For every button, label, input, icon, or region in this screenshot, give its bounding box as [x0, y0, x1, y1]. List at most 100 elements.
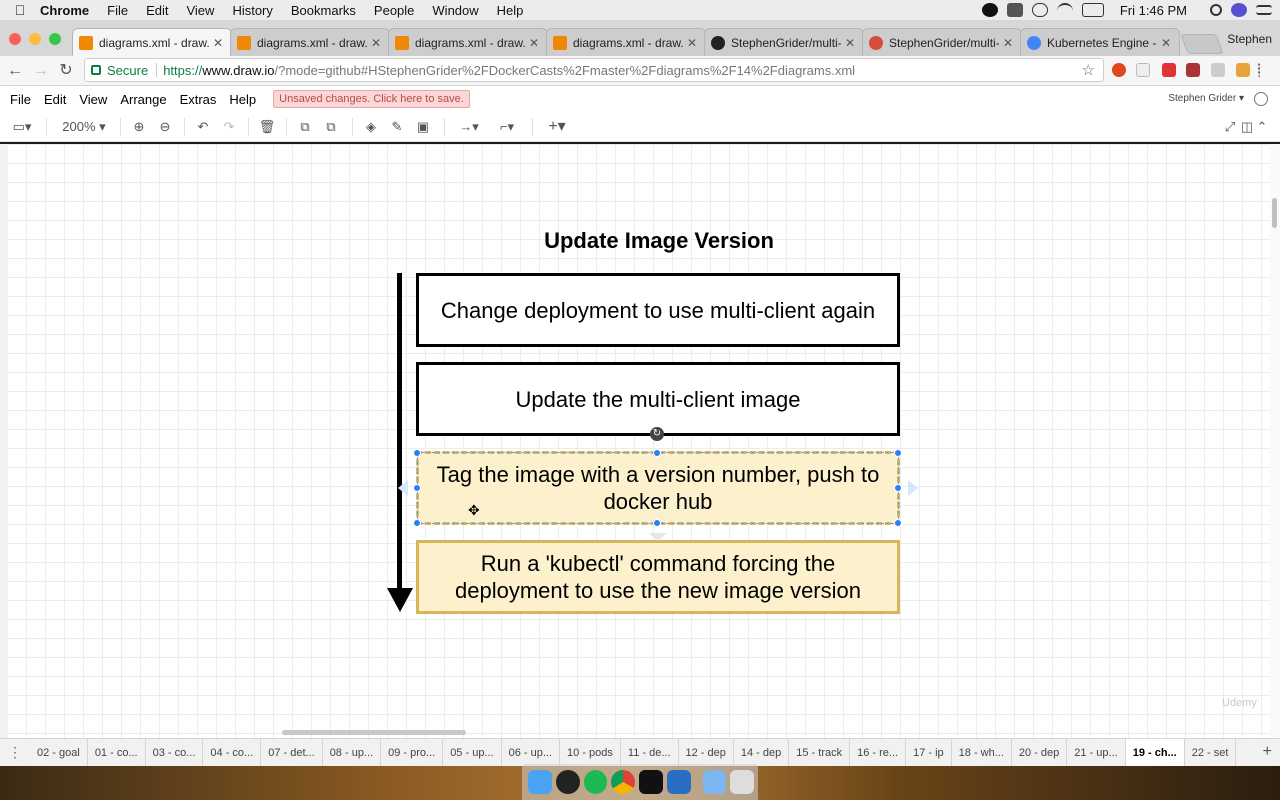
- browser-tab[interactable]: diagrams.xml - draw.io ✕: [72, 28, 232, 56]
- resize-handle[interactable]: [894, 449, 902, 457]
- terminal-icon[interactable]: [639, 770, 663, 794]
- menu-app-chrome[interactable]: Chrome: [40, 3, 89, 18]
- resize-handle[interactable]: [894, 484, 902, 492]
- page-tab[interactable]: 17 - ip: [906, 738, 952, 767]
- resize-handle[interactable]: [894, 519, 902, 527]
- browser-tab[interactable]: diagrams.xml - draw.io ✕: [388, 28, 548, 56]
- vscode-icon[interactable]: [666, 770, 691, 794]
- page-tab[interactable]: 08 - up...: [323, 738, 382, 767]
- trash-icon[interactable]: [730, 770, 754, 794]
- drawio-menu-help[interactable]: Help: [229, 92, 256, 107]
- step-box[interactable]: Run a 'kubectl' command forcing the depl…: [416, 540, 900, 614]
- reload-icon[interactable]: ↻: [55, 60, 77, 82]
- diagram-title[interactable]: Update Image Version: [420, 228, 898, 254]
- drawio-menu-extras[interactable]: Extras: [180, 92, 217, 107]
- page-tab[interactable]: 01 - co...: [88, 738, 146, 767]
- user-menu[interactable]: Stephen Grider ▾: [1168, 93, 1244, 104]
- to-back-icon[interactable]: ⧉: [322, 118, 340, 136]
- spotify-icon[interactable]: [583, 770, 608, 794]
- pages-menu-icon[interactable]: ⋮: [0, 744, 30, 761]
- forward-arrow-icon[interactable]: →: [30, 60, 52, 82]
- obs-icon[interactable]: [555, 770, 580, 794]
- resize-handle[interactable]: [413, 519, 421, 527]
- close-tab-icon[interactable]: ✕: [687, 36, 699, 50]
- page-tab[interactable]: 14 - dep: [734, 738, 790, 767]
- step-box-selected[interactable]: Tag the image with a version number, pus…: [416, 451, 900, 525]
- menu-help[interactable]: Help: [497, 3, 524, 18]
- browser-tab[interactable]: diagrams.xml - draw.io ✕: [546, 28, 706, 56]
- menu-window[interactable]: Window: [432, 3, 478, 18]
- back-arrow-icon[interactable]: ←: [4, 60, 26, 82]
- page-tab[interactable]: 10 - pods: [560, 738, 621, 767]
- menu-bookmarks[interactable]: Bookmarks: [291, 3, 356, 18]
- metamask-extension-icon[interactable]: [1236, 63, 1250, 77]
- menu-people[interactable]: People: [374, 3, 414, 18]
- chrome-menu-icon[interactable]: [1258, 63, 1262, 77]
- step-box[interactable]: Update the multi-client image: [416, 362, 900, 436]
- browser-tab[interactable]: Kubernetes Engine - my ✕: [1020, 28, 1180, 56]
- downloads-folder-icon[interactable]: [702, 770, 727, 794]
- bookmark-star-icon[interactable]: ☆: [1082, 61, 1095, 79]
- drawio-menu-view[interactable]: View: [79, 92, 107, 107]
- clone-down-arrow-icon[interactable]: [649, 533, 667, 541]
- close-tab-icon[interactable]: ✕: [845, 36, 857, 50]
- ublock-extension-icon[interactable]: [1186, 63, 1200, 77]
- menu-edit[interactable]: Edit: [146, 3, 168, 18]
- wifi-icon[interactable]: [1056, 3, 1073, 17]
- close-window-icon[interactable]: [9, 33, 21, 45]
- clock[interactable]: Fri 1:46 PM: [1120, 3, 1187, 18]
- siri-icon[interactable]: [1231, 3, 1247, 17]
- redo-icon[interactable]: ↷: [220, 118, 238, 136]
- language-globe-icon[interactable]: [1254, 92, 1268, 106]
- new-tab-button[interactable]: [1180, 34, 1224, 54]
- lastpass-extension-icon[interactable]: [1162, 63, 1176, 77]
- shadow-icon[interactable]: ▣: [414, 118, 432, 136]
- scrollbar-thumb[interactable]: [1272, 198, 1277, 228]
- fill-color-icon[interactable]: ◈: [362, 118, 380, 136]
- page-tab-active[interactable]: 19 - ch...: [1125, 738, 1185, 767]
- drawio-menu-edit[interactable]: Edit: [44, 92, 66, 107]
- step-box[interactable]: Change deployment to use multi-client ag…: [416, 273, 900, 347]
- page-tab[interactable]: 15 - track: [789, 738, 851, 767]
- chrome-icon[interactable]: [611, 770, 635, 794]
- vertical-scrollbar[interactable]: [1270, 144, 1280, 738]
- close-tab-icon[interactable]: ✕: [371, 36, 383, 50]
- spotlight-search-icon[interactable]: [1210, 4, 1222, 16]
- browser-tab[interactable]: StephenGrider/multi-k8s ✕: [704, 28, 864, 56]
- apple-icon[interactable]: : [0, 2, 40, 18]
- close-tab-icon[interactable]: ✕: [529, 36, 541, 50]
- drawio-menu-arrange[interactable]: Arrange: [120, 92, 166, 107]
- delete-icon[interactable]: 🗑: [258, 118, 276, 136]
- drawio-menu-file[interactable]: File: [10, 92, 31, 107]
- minimize-window-icon[interactable]: [29, 33, 41, 45]
- format-panel-toggle-icon[interactable]: ▭▾: [8, 118, 36, 136]
- unsaved-changes-button[interactable]: Unsaved changes. Click here to save.: [273, 90, 470, 108]
- horizontal-scrollbar-thumb[interactable]: [282, 730, 466, 735]
- line-color-icon[interactable]: ✎: [388, 118, 406, 136]
- page-tab[interactable]: 07 - det...: [261, 738, 323, 767]
- resize-handle[interactable]: [653, 519, 661, 527]
- add-page-icon[interactable]: +: [1263, 743, 1272, 761]
- browser-tab[interactable]: StephenGrider/multi-k8s ✕: [862, 28, 1022, 56]
- flow-arrow[interactable]: [397, 273, 402, 591]
- page-tab[interactable]: 02 - goal: [30, 738, 88, 767]
- connection-style-icon[interactable]: →▾: [454, 118, 484, 136]
- close-tab-icon[interactable]: ✕: [213, 36, 225, 50]
- obs-icon[interactable]: [981, 3, 998, 17]
- close-tab-icon[interactable]: ✕: [1003, 36, 1015, 50]
- page-tab[interactable]: 09 - pro...: [381, 738, 444, 767]
- waypoints-icon[interactable]: ⌐▾: [492, 118, 522, 136]
- page-tab[interactable]: 20 - dep: [1012, 738, 1068, 767]
- close-tab-icon[interactable]: ✕: [1161, 36, 1173, 50]
- zoom-in-icon[interactable]: ⊕: [130, 118, 148, 136]
- page-tab[interactable]: 12 - dep: [679, 738, 734, 767]
- menu-view[interactable]: View: [186, 3, 214, 18]
- page-tab[interactable]: 18 - wh...: [952, 738, 1012, 767]
- battery-icon[interactable]: [1081, 3, 1104, 17]
- clone-left-arrow-icon[interactable]: [398, 480, 408, 496]
- page-tab[interactable]: 04 - co...: [203, 738, 262, 767]
- resize-handle[interactable]: [413, 484, 421, 492]
- collapse-icon[interactable]: ⌃: [1256, 118, 1268, 136]
- profile-button[interactable]: Stephen: [1227, 32, 1272, 46]
- docker-icon[interactable]: [1006, 3, 1023, 17]
